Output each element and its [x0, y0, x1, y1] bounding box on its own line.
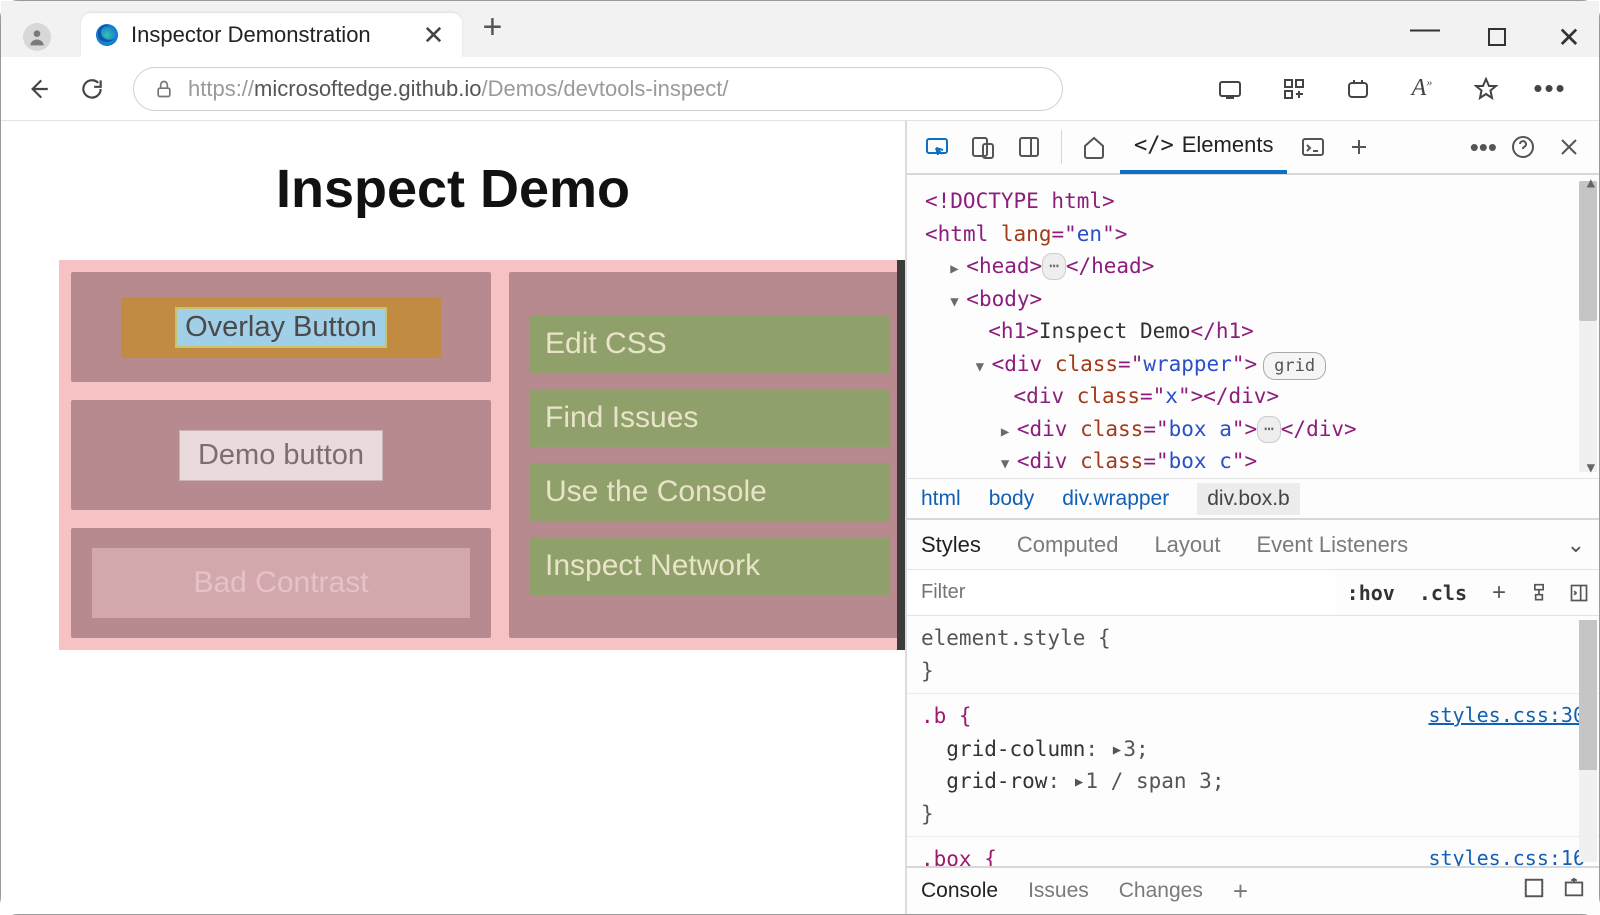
welcome-icon[interactable]: [1074, 127, 1114, 167]
close-devtools-icon[interactable]: [1549, 127, 1589, 167]
new-tab-button[interactable]: +: [482, 8, 502, 51]
hov-toggle[interactable]: :hov: [1335, 581, 1407, 605]
styles-filter-bar: :hov .cls +: [907, 570, 1599, 616]
breadcrumb-item[interactable]: body: [989, 487, 1035, 511]
devtools-tabstrip: </> Elements •••: [907, 121, 1599, 175]
expand-icon[interactable]: [950, 250, 966, 283]
bad-contrast-text: Bad Contrast: [193, 566, 368, 600]
box-c: Demo button: [71, 400, 491, 510]
computed-toggle-icon[interactable]: [1559, 583, 1599, 603]
page-heading: Inspect Demo: [9, 158, 897, 220]
devtools-more-icon[interactable]: •••: [1470, 132, 1497, 163]
bad-contrast-wrap: Bad Contrast: [92, 548, 470, 618]
favorite-icon[interactable]: [1463, 66, 1509, 112]
css-rule[interactable]: styles.css:30 .b { grid-column: ▸3; grid…: [907, 694, 1599, 837]
scroll-up-icon[interactable]: ▲: [1587, 175, 1595, 195]
box-d: Bad Contrast: [71, 528, 491, 638]
lock-icon: [154, 79, 174, 99]
grid-badge[interactable]: grid: [1263, 352, 1326, 380]
scroll-down-icon[interactable]: ▼: [1587, 458, 1595, 478]
close-tab-icon[interactable]: ✕: [423, 20, 445, 51]
box-a: Overlay Button: [71, 272, 491, 382]
overlay-button[interactable]: Overlay Button: [175, 307, 387, 348]
add-tab-icon[interactable]: [1339, 127, 1379, 167]
drawer-tab-console[interactable]: Console: [921, 879, 998, 903]
app-icon[interactable]: [1335, 66, 1381, 112]
expand-icon[interactable]: [1001, 413, 1017, 446]
dock-icon[interactable]: [1523, 877, 1545, 905]
filter-input[interactable]: [907, 570, 1335, 615]
tab-event-listeners[interactable]: Event Listeners: [1257, 532, 1409, 558]
list-item[interactable]: Find Issues: [529, 389, 889, 447]
console-tab-icon[interactable]: [1293, 127, 1333, 167]
screencast-icon[interactable]: [1207, 66, 1253, 112]
edge-logo-icon: [95, 23, 119, 47]
breadcrumb-item[interactable]: div.wrapper: [1062, 487, 1169, 511]
minimize-button[interactable]: —: [1407, 19, 1443, 55]
browser-tab[interactable]: Inspector Demonstration ✕: [81, 13, 462, 57]
paint-icon[interactable]: [1519, 583, 1559, 603]
css-rule[interactable]: element.style { }: [907, 616, 1599, 694]
drawer-tab-changes[interactable]: Changes: [1119, 879, 1203, 903]
back-button[interactable]: [15, 66, 61, 112]
dom-tree[interactable]: <!DOCTYPE html> <html lang="en"> <head>⋯…: [907, 175, 1599, 478]
add-drawer-tab-icon[interactable]: +: [1233, 876, 1248, 907]
tab-layout[interactable]: Layout: [1154, 532, 1220, 558]
address-bar[interactable]: https://microsoftedge.github.io/Demos/de…: [133, 67, 1063, 111]
help-icon[interactable]: [1503, 127, 1543, 167]
collections-icon[interactable]: [1271, 66, 1317, 112]
collapse-icon[interactable]: [1001, 445, 1017, 478]
new-rule-icon[interactable]: +: [1479, 579, 1519, 607]
close-window-button[interactable]: ✕: [1551, 19, 1587, 55]
css-rule[interactable]: styles.css:16 .box { background-color: #…: [907, 837, 1599, 866]
source-link[interactable]: styles.css:30: [1428, 700, 1585, 731]
cls-toggle[interactable]: .cls: [1407, 581, 1479, 605]
tab-title: Inspector Demonstration: [131, 22, 371, 48]
demo-wrapper: Overlay Button Demo button Bad Contrast …: [59, 260, 897, 650]
source-link[interactable]: styles.css:16: [1428, 843, 1585, 866]
breadcrumb-item[interactable]: html: [921, 487, 961, 511]
collapse-icon[interactable]: [950, 283, 966, 316]
scrollbar-thumb[interactable]: [1579, 181, 1597, 321]
panel-layout-icon[interactable]: [1009, 127, 1049, 167]
browser-toolbar: https://microsoftedge.github.io/Demos/de…: [1, 57, 1599, 121]
more-icon[interactable]: •••: [1527, 66, 1573, 112]
expand-drawer-icon[interactable]: [1563, 877, 1585, 905]
device-toggle-icon[interactable]: [963, 127, 1003, 167]
tab-styles[interactable]: Styles: [921, 532, 981, 558]
refresh-button[interactable]: [69, 66, 115, 112]
maximize-button[interactable]: [1479, 19, 1515, 55]
overlay-button-wrap: Overlay Button: [121, 297, 441, 358]
tab-computed[interactable]: Computed: [1017, 532, 1119, 558]
url-text: https://microsoftedge.github.io/Demos/de…: [188, 76, 729, 102]
breadcrumb-item-selected[interactable]: div.box.b: [1197, 483, 1300, 515]
drawer-tab-issues[interactable]: Issues: [1028, 879, 1089, 903]
list-item[interactable]: Inspect Network: [529, 537, 889, 595]
devtools-panel: </> Elements ••• <!DOCTYPE html> <html l…: [905, 121, 1599, 914]
page-viewport: Inspect Demo Overlay Button Demo button …: [1, 121, 905, 914]
styles-tabstrip: Styles Computed Layout Event Listeners ⌄: [907, 520, 1599, 570]
box-b: Edit CSS Find Issues Use the Console Ins…: [509, 272, 905, 638]
collapse-icon[interactable]: [976, 348, 992, 381]
list-item[interactable]: Use the Console: [529, 463, 889, 521]
list-item[interactable]: Edit CSS: [529, 315, 889, 373]
titlebar: Inspector Demonstration ✕ + — ✕: [1, 1, 1599, 57]
read-aloud-icon[interactable]: A»: [1399, 66, 1445, 112]
scrollbar-thumb[interactable]: [1579, 620, 1597, 770]
tab-elements[interactable]: </> Elements: [1120, 120, 1287, 174]
chevron-down-icon[interactable]: ⌄: [1567, 532, 1585, 558]
devtools-drawer: Console Issues Changes +: [907, 866, 1599, 914]
inspect-element-icon[interactable]: [917, 127, 957, 167]
demo-button[interactable]: Demo button: [179, 430, 383, 481]
breadcrumb: html body div.wrapper div.box.b: [907, 478, 1599, 520]
profile-avatar[interactable]: [23, 23, 51, 51]
toolbar-right-icons: A» •••: [1207, 66, 1573, 112]
styles-pane[interactable]: element.style { } styles.css:30 .b { gri…: [907, 616, 1599, 866]
